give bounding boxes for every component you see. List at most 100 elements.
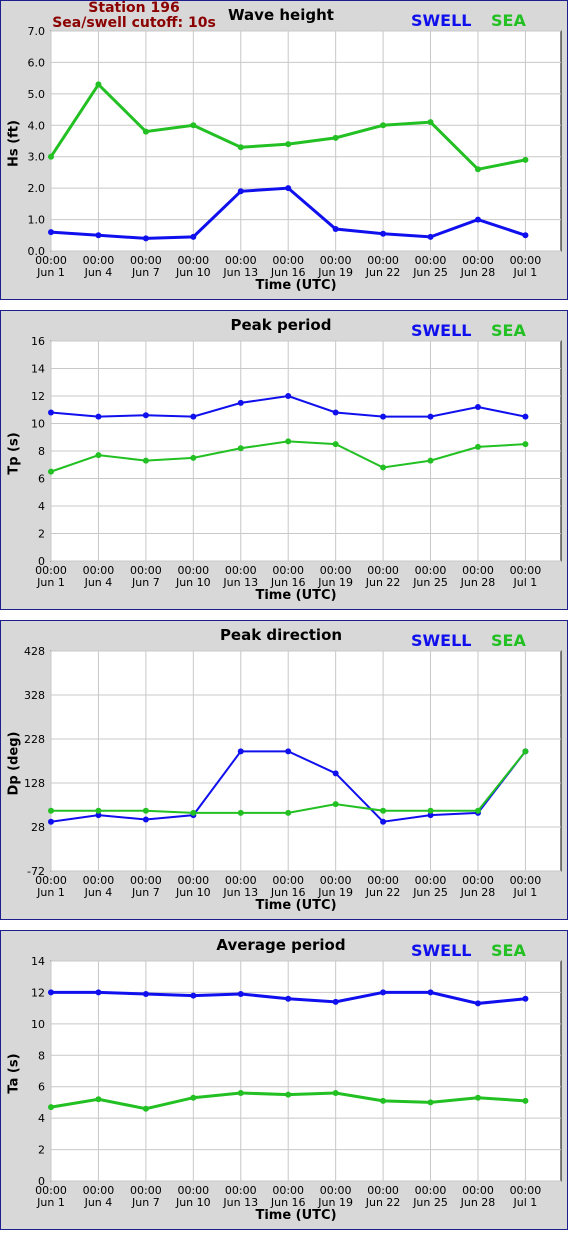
data-point-swell bbox=[48, 229, 54, 236]
legend-sea: SEA bbox=[491, 11, 526, 30]
data-point-swell bbox=[95, 989, 102, 996]
data-point-swell bbox=[142, 412, 149, 419]
data-point-sea bbox=[474, 166, 481, 173]
data-point-sea bbox=[474, 1094, 481, 1101]
y-tick-label: 12 bbox=[31, 986, 45, 999]
data-point-sea bbox=[48, 807, 54, 814]
x-tick-label: Jul 1 bbox=[513, 266, 538, 279]
data-point-sea bbox=[427, 807, 434, 814]
y-tick-label: 2 bbox=[38, 528, 45, 541]
legend-sea: SEA bbox=[491, 321, 526, 340]
data-point-sea bbox=[142, 457, 149, 464]
data-point-swell bbox=[285, 995, 292, 1002]
x-tick-label: Jun 25 bbox=[412, 266, 448, 279]
data-point-swell bbox=[285, 393, 292, 399]
y-tick-label: 328 bbox=[24, 689, 45, 702]
data-point-sea bbox=[332, 801, 339, 808]
data-point-swell bbox=[48, 409, 54, 416]
x-tick-label: Jul 1 bbox=[513, 886, 538, 899]
y-tick-label: 4 bbox=[38, 1112, 45, 1125]
peak-direction-panel: -72 28 128 228 328 428 00:00 Jun 1 00:00 Jun 4 00:… bbox=[0, 620, 568, 920]
data-point-swell bbox=[142, 816, 149, 823]
data-point-swell bbox=[332, 409, 339, 416]
data-point-sea bbox=[522, 1097, 529, 1104]
x-tick-label: Jun 4 bbox=[84, 576, 113, 589]
y-tick-label: 1.0 bbox=[28, 214, 46, 227]
average-period-panel: 0 2 4 6 8 10 12 14 00:00 Jun 1 00:00 Jun 4 00:00 Jun … bbox=[0, 930, 568, 1230]
data-point-sea bbox=[95, 807, 102, 814]
y-tick-label: 428 bbox=[24, 645, 45, 658]
y-tick-label: 14 bbox=[31, 363, 45, 376]
data-point-swell bbox=[380, 818, 387, 825]
x-tick-label: Jun 1 bbox=[36, 886, 65, 899]
data-point-sea bbox=[142, 807, 149, 814]
data-point-swell bbox=[474, 404, 481, 410]
y-tick-label: 10 bbox=[31, 418, 45, 431]
data-point-sea bbox=[95, 81, 102, 88]
data-point-swell bbox=[332, 770, 339, 777]
chart-title: Average period bbox=[216, 936, 346, 954]
x-axis-label: Time (UTC) bbox=[255, 898, 337, 913]
x-axis-label: Time (UTC) bbox=[255, 1208, 337, 1223]
data-point-sea bbox=[332, 134, 339, 141]
data-point-sea bbox=[190, 122, 197, 129]
data-point-sea bbox=[190, 1094, 197, 1101]
x-tick-label: Jun 1 bbox=[36, 576, 65, 589]
x-tick-label: Jun 25 bbox=[412, 576, 448, 589]
data-point-swell bbox=[95, 232, 102, 239]
x-tick-label: Jun 7 bbox=[131, 266, 160, 279]
data-point-swell bbox=[427, 413, 434, 420]
legend-sea: SEA bbox=[491, 631, 526, 650]
x-tick-label: Jul 1 bbox=[513, 576, 538, 589]
data-point-sea bbox=[285, 141, 292, 148]
data-point-sea bbox=[285, 1091, 292, 1098]
data-point-swell bbox=[142, 235, 149, 242]
data-point-swell bbox=[285, 185, 292, 192]
y-tick-label: 3.0 bbox=[28, 151, 46, 164]
data-point-swell bbox=[190, 413, 197, 420]
y-tick-label: 28 bbox=[31, 821, 45, 834]
x-tick-label: Jun 4 bbox=[84, 1196, 113, 1209]
average-period-chart: 0246810121400:00Jun 100:00Jun 400:00Jun … bbox=[31, 955, 562, 1209]
data-point-sea bbox=[237, 445, 244, 452]
x-tick-label: Jun 28 bbox=[460, 1196, 496, 1209]
data-point-sea bbox=[237, 809, 244, 816]
data-point-sea bbox=[48, 153, 54, 160]
data-point-sea bbox=[380, 1097, 387, 1104]
y-tick-label: 2.0 bbox=[28, 182, 46, 195]
data-point-sea bbox=[474, 443, 481, 450]
data-point-swell bbox=[95, 413, 102, 420]
x-tick-label: Jun 7 bbox=[131, 1196, 160, 1209]
y-tick-label: 4 bbox=[38, 500, 45, 513]
legend-swell: SWELL bbox=[411, 941, 472, 960]
data-point-swell bbox=[237, 188, 244, 195]
peak-period-chart: 024681012141600:00Jun 100:00Jun 400:00Ju… bbox=[31, 335, 562, 589]
data-point-sea bbox=[237, 1090, 244, 1096]
data-point-swell bbox=[48, 818, 54, 825]
data-point-swell bbox=[474, 1000, 481, 1007]
data-point-swell bbox=[48, 989, 54, 996]
data-point-sea bbox=[285, 438, 292, 445]
data-point-sea bbox=[142, 128, 149, 135]
data-point-swell bbox=[237, 748, 244, 755]
data-point-sea bbox=[474, 807, 481, 814]
data-point-sea bbox=[190, 809, 197, 816]
data-point-sea bbox=[380, 122, 387, 129]
legend-sea: SEA bbox=[491, 941, 526, 960]
chart-title: Peak direction bbox=[219, 626, 343, 644]
x-tick-label: Jun 25 bbox=[412, 1196, 448, 1209]
x-tick-label: Jun 7 bbox=[131, 886, 160, 899]
x-tick-label: Jun 4 bbox=[84, 266, 113, 279]
wave-height-chart: 0.01.02.03.04.05.06.07.000:00Jun 100:00J… bbox=[28, 25, 562, 279]
chart-title: Wave height bbox=[228, 6, 334, 24]
y-tick-label: 6 bbox=[38, 1081, 45, 1094]
data-point-swell bbox=[332, 998, 339, 1005]
data-point-sea bbox=[48, 1104, 54, 1111]
peak-direction-chart: -722812822832842800:00Jun 100:00Jun 400:… bbox=[24, 645, 562, 899]
y-tick-label: 6.0 bbox=[28, 56, 46, 69]
y-tick-label: 8 bbox=[38, 1049, 45, 1062]
x-tick-label: Jun 28 bbox=[460, 266, 496, 279]
x-tick-label: Jun 25 bbox=[412, 886, 448, 899]
x-tick-label: Jun 28 bbox=[460, 576, 496, 589]
peak-period-panel: 0 2 4 6 8 10 12 14 16 00:00 Jun 1 00:00 Jun 4 00:00 Ju… bbox=[0, 310, 568, 610]
